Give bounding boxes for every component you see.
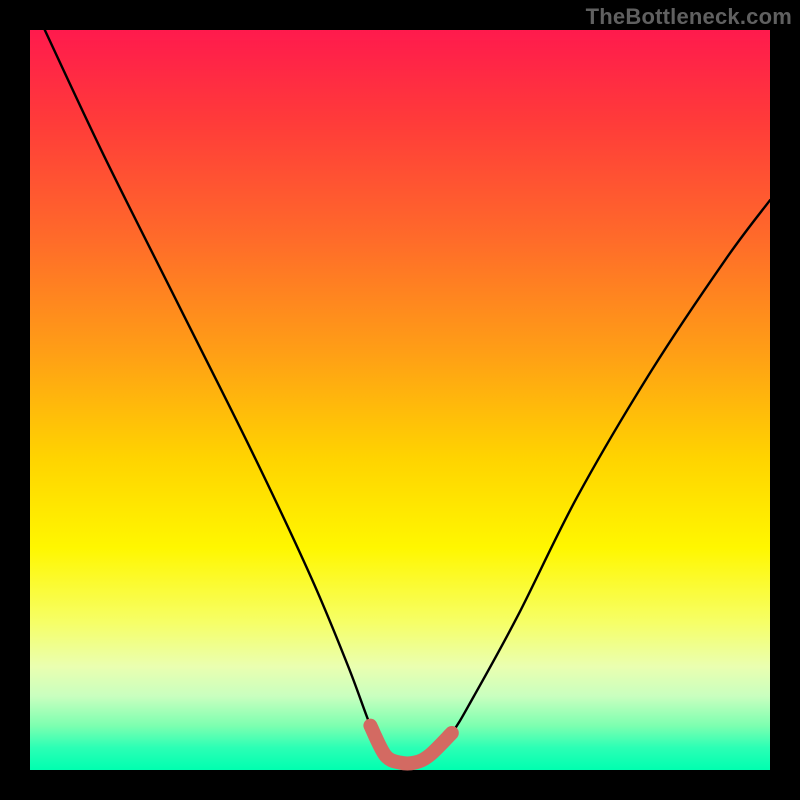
chart-svg	[30, 30, 770, 770]
bottleneck-curve-line	[45, 30, 770, 764]
chart-frame: TheBottleneck.com	[0, 0, 800, 800]
watermark-text: TheBottleneck.com	[586, 4, 792, 30]
optimal-zone-line	[370, 726, 451, 764]
chart-plot-area	[30, 30, 770, 770]
